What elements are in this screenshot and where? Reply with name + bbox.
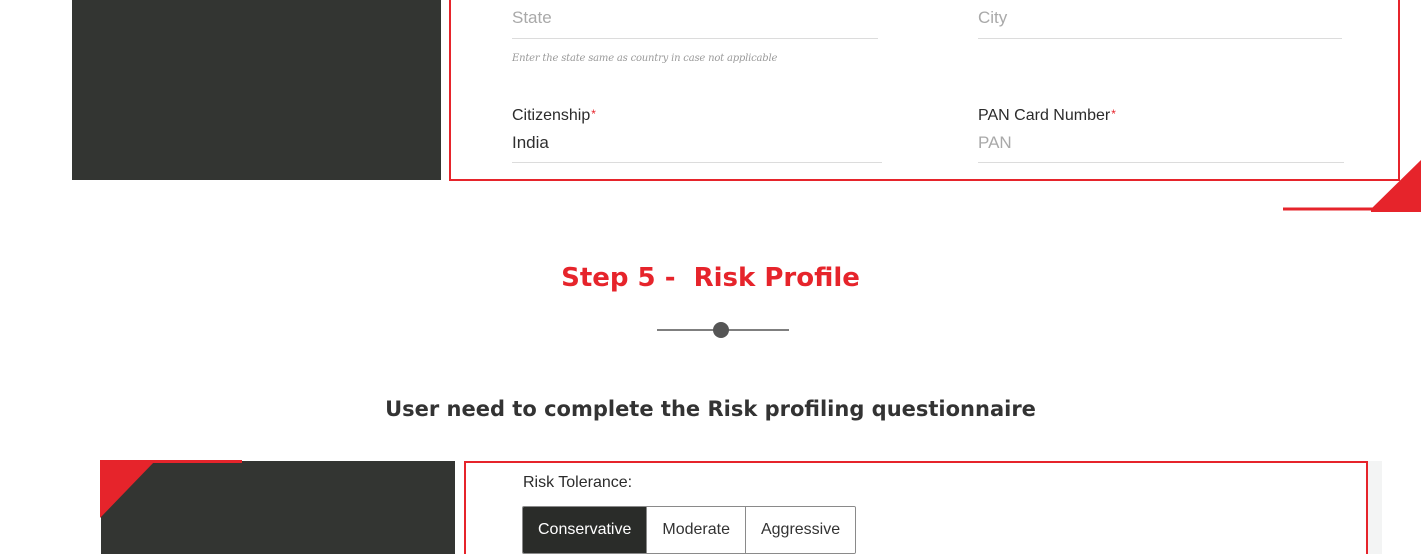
conservative-option[interactable]: Conservative <box>523 507 648 553</box>
corner-accent-decoration <box>1283 160 1421 212</box>
required-asterisk: * <box>591 107 596 121</box>
city-input[interactable]: City <box>978 8 1342 28</box>
aggressive-option[interactable]: Aggressive <box>745 507 856 553</box>
citizenship-underline <box>512 162 882 163</box>
state-field[interactable]: State <box>512 8 878 39</box>
risk-tolerance-label: Risk Tolerance: <box>523 474 633 491</box>
state-hint-text: Enter the state same as country in case … <box>512 53 778 64</box>
corner-accent-decoration <box>100 460 242 518</box>
risk-tolerance-selector[interactable]: Conservative Moderate Aggressive <box>522 506 857 554</box>
city-field[interactable]: City <box>978 8 1342 39</box>
screenshot-dark-panel-top <box>72 0 441 180</box>
state-underline <box>512 38 878 39</box>
pan-label-text: PAN Card Number <box>978 107 1111 124</box>
citizenship-input[interactable]: India <box>512 133 882 153</box>
citizenship-label: Citizenship* <box>512 107 882 125</box>
moderate-option[interactable]: Moderate <box>647 507 746 553</box>
city-underline <box>978 38 1342 39</box>
heading-divider <box>657 322 789 338</box>
citizenship-field[interactable]: Citizenship* India <box>512 107 882 163</box>
state-input[interactable]: State <box>512 8 878 28</box>
frame-shadow <box>1368 461 1382 554</box>
step-heading: Step 5 - Risk Profile <box>561 263 860 293</box>
required-asterisk: * <box>1111 107 1116 121</box>
citizenship-label-text: Citizenship <box>512 107 591 124</box>
step-subheading: User need to complete the Risk profiling… <box>385 397 1036 421</box>
